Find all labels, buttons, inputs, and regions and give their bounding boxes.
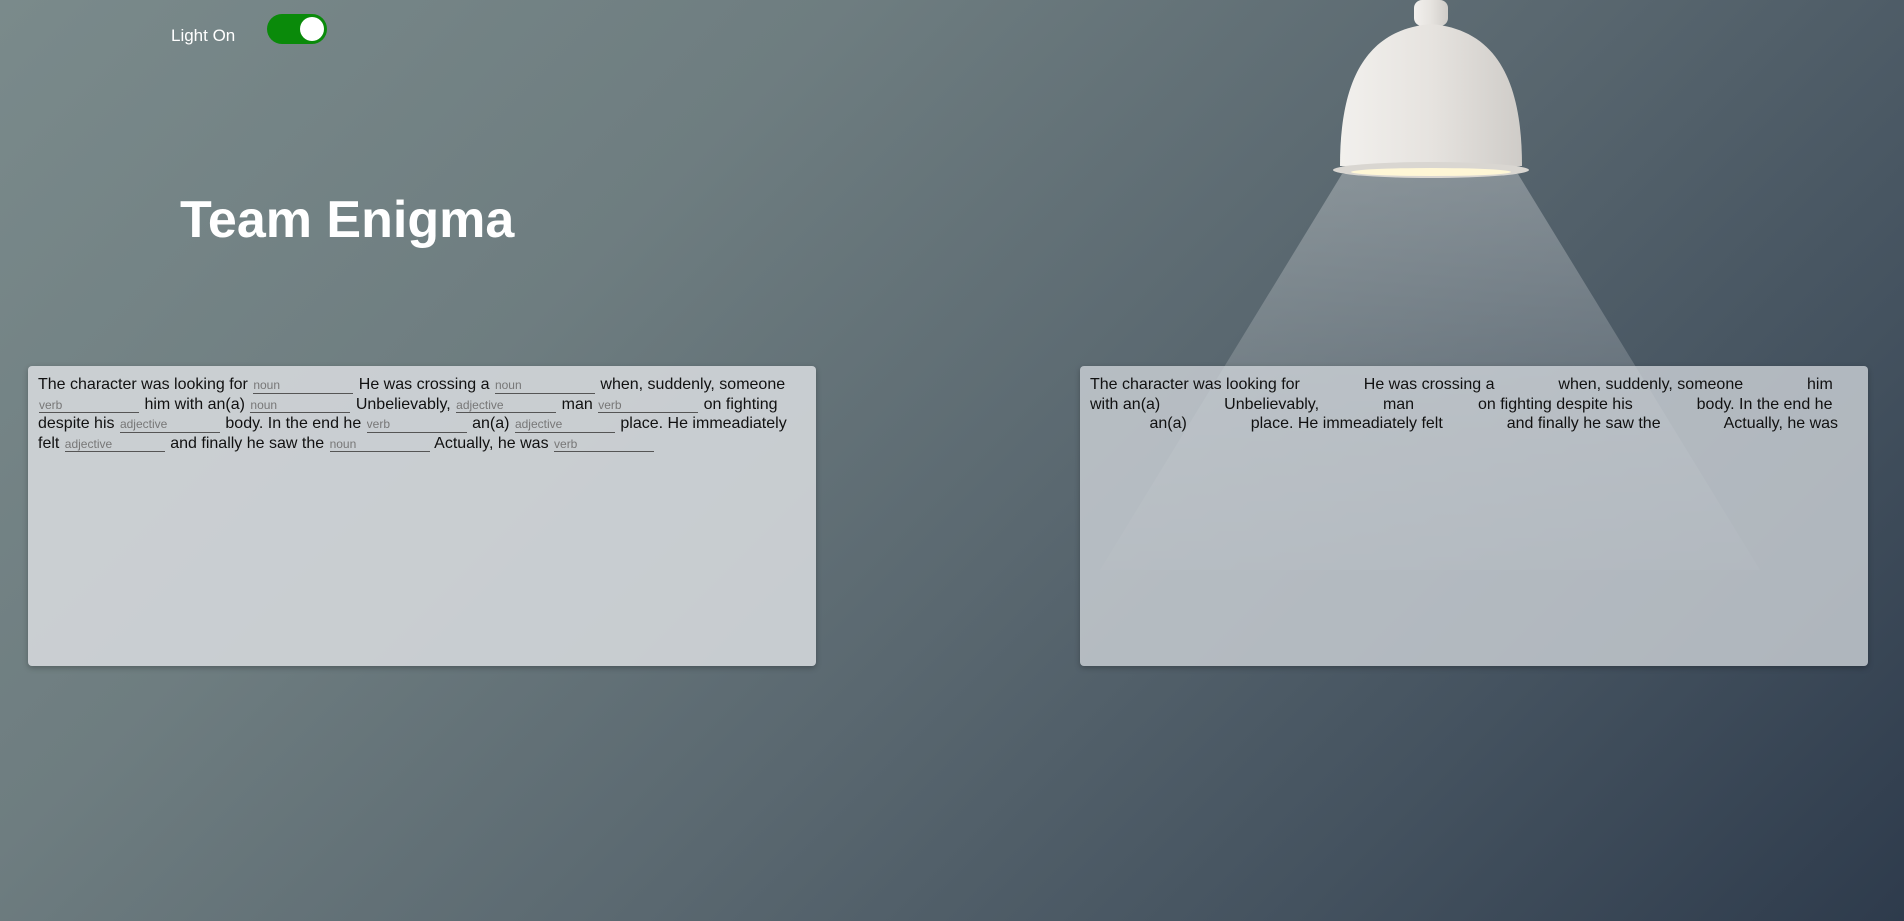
noun-input[interactable] — [494, 377, 595, 394]
adjective-input[interactable] — [64, 436, 165, 452]
light-toggle[interactable] — [267, 14, 327, 44]
preview-text: place. He immeadiately felt — [1250, 415, 1443, 432]
story-text: when, suddenly, someone — [600, 376, 786, 393]
story-text: The character was looking for — [38, 376, 248, 393]
light-toggle-label: Light On — [171, 26, 236, 45]
story-text: an(a) — [472, 415, 510, 432]
story-input-panel: The character was looking for He was cro… — [28, 366, 816, 666]
noun-input[interactable] — [250, 397, 351, 413]
noun-input[interactable] — [329, 436, 430, 452]
preview-text: an(a) — [1149, 415, 1187, 432]
verb-input[interactable] — [598, 397, 699, 413]
story-text: man — [561, 395, 593, 413]
verb-input[interactable] — [39, 397, 139, 413]
adjective-input[interactable] — [119, 416, 220, 433]
story-text: body. In the end he — [225, 415, 362, 432]
story-text: and finally he saw the — [170, 434, 325, 452]
lamp-cord-cap — [1414, 0, 1448, 26]
preview-text: He was crossing a — [1363, 376, 1495, 393]
story-preview-panel: The character was looking for He was cro… — [1080, 366, 1868, 666]
preview-text: Unbelievably, — [1224, 395, 1320, 413]
adjective-input[interactable] — [456, 397, 557, 413]
toggle-knob — [300, 17, 324, 41]
preview-text: when, suddenly, someone — [1558, 376, 1744, 393]
preview-text: Actually, he was — [1723, 415, 1839, 432]
lamp-bulb-glow — [1351, 168, 1511, 176]
adjective-input[interactable] — [514, 416, 615, 433]
story-text: Actually, he was — [434, 434, 549, 452]
preview-text: man — [1382, 395, 1415, 413]
lamp-rim — [1333, 162, 1529, 178]
verb-input[interactable] — [366, 416, 467, 433]
preview-text: The character was looking for — [1090, 376, 1300, 393]
preview-text: body. In the end he — [1696, 395, 1833, 413]
page-title: Team Enigma — [180, 191, 515, 249]
noun-input[interactable] — [253, 377, 354, 394]
lamp-shade — [1340, 24, 1522, 166]
story-text: He was crossing a — [358, 376, 490, 393]
preview-text: and finally he saw the — [1506, 415, 1661, 432]
story-text: Unbelievably, — [355, 395, 451, 413]
verb-input[interactable] — [554, 436, 655, 452]
preview-text: on fighting despite his — [1477, 395, 1633, 413]
story-text: him with an(a) — [144, 395, 245, 413]
